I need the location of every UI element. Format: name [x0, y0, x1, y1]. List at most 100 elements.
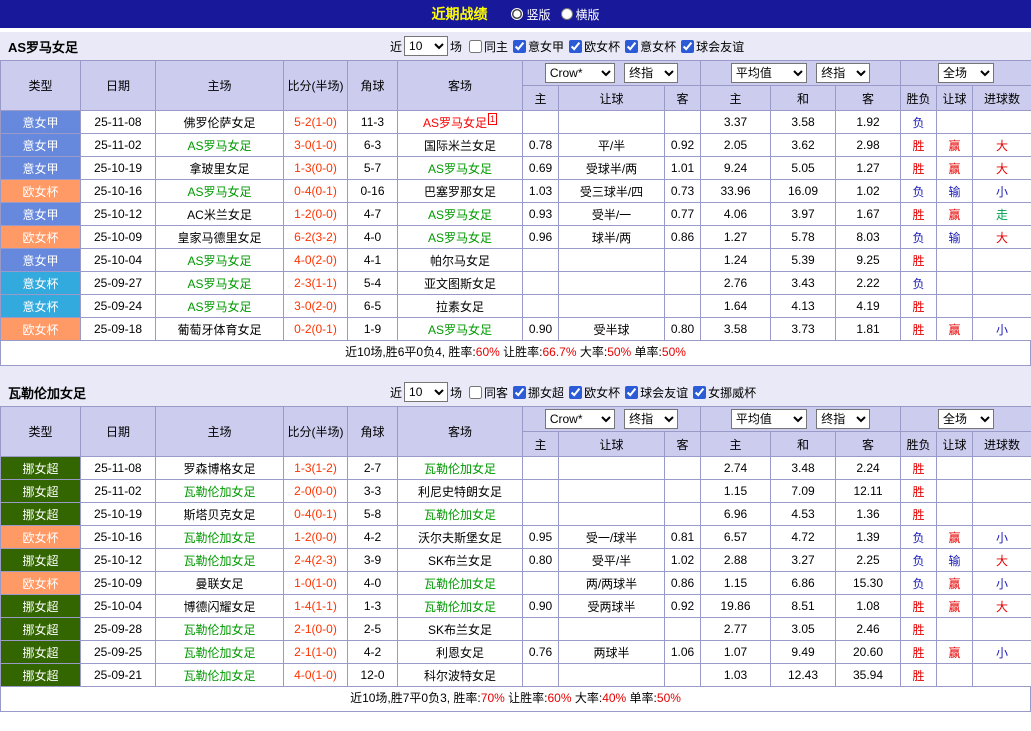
handicap-result-cell: 赢 — [937, 526, 973, 549]
corners-cell: 4-7 — [348, 203, 398, 226]
goals-result-cell: 大 — [973, 226, 1031, 249]
same-venue-checkbox[interactable] — [469, 386, 482, 399]
date-cell: 25-10-19 — [81, 503, 156, 526]
col-header-ah-result: 让球 — [937, 86, 973, 111]
euro-draw-odds-cell: 5.05 — [771, 157, 836, 180]
handicap-result-cell: 赢 — [937, 203, 973, 226]
horizontal-radio[interactable] — [561, 8, 573, 20]
summary-row: 近10场,胜7平0负3, 胜率:70% 让胜率:60% 大率:40% 单率:50… — [0, 687, 1031, 712]
away-team-cell: AS罗马女足 — [398, 157, 523, 180]
col-header-ah-result: 让球 — [937, 432, 973, 457]
handicap-line-cell — [559, 503, 665, 526]
date-cell: 25-09-28 — [81, 618, 156, 641]
goals-result-cell — [973, 503, 1031, 526]
euro-home-odds-cell: 2.05 — [701, 134, 771, 157]
league-filter[interactable]: 欧女杯 — [569, 38, 620, 55]
col-header-euro-draw: 和 — [771, 432, 836, 457]
type-cell: 挪女超 — [1, 664, 81, 687]
same-venue-checkbox[interactable] — [469, 40, 482, 53]
euro-avg-select[interactable]: 平均值 — [731, 63, 807, 83]
score-cell: 1-2(0-0) — [284, 203, 348, 226]
type-cell: 欧女杯 — [1, 572, 81, 595]
type-cell: 挪女超 — [1, 480, 81, 503]
away-team-cell: 利尼史特朗女足 — [398, 480, 523, 503]
handicap-line-cell — [559, 457, 665, 480]
col-header-home: 主场 — [156, 407, 284, 457]
league-checkbox[interactable] — [569, 386, 582, 399]
match-row: 挪女超25-09-25瓦勒伦加女足2-1(1-0)4-2利恩女足0.76两球半1… — [1, 641, 1031, 664]
corners-cell: 6-5 — [348, 295, 398, 318]
score-cell: 4-0(1-0) — [284, 664, 348, 687]
league-filter[interactable]: 女挪威杯 — [693, 384, 756, 401]
euro-draw-odds-cell: 3.58 — [771, 111, 836, 134]
euro-draw-odds-cell: 5.78 — [771, 226, 836, 249]
bookmaker-select[interactable]: Crow* — [545, 409, 615, 429]
corners-cell: 12-0 — [348, 664, 398, 687]
scope-select[interactable]: 全场 — [938, 409, 994, 429]
league-filter[interactable]: 挪女超 — [513, 384, 564, 401]
league-label: 欧女杯 — [584, 38, 620, 55]
euro-home-odds-cell: 1.15 — [701, 480, 771, 503]
match-count-select[interactable]: 10 — [404, 36, 448, 56]
home-team-cell: 罗森博格女足 — [156, 457, 284, 480]
col-header-corners: 角球 — [348, 61, 398, 111]
handicap-line-cell — [559, 664, 665, 687]
asian-odds-time-select[interactable]: 终指 — [624, 63, 678, 83]
vertical-radio[interactable] — [511, 8, 523, 20]
handicap-line-cell — [559, 618, 665, 641]
col-header-type: 类型 — [1, 407, 81, 457]
col-header-score: 比分(半场) — [284, 61, 348, 111]
euro-draw-odds-cell: 6.86 — [771, 572, 836, 595]
handicap-result-cell: 输 — [937, 549, 973, 572]
summary-text: 单率: — [631, 345, 662, 359]
match-row: 意女甲25-11-02AS罗马女足3-0(1-0)6-3国际米兰女足0.78平/… — [1, 134, 1031, 157]
league-checkbox[interactable] — [693, 386, 706, 399]
col-header-euro-draw: 和 — [771, 86, 836, 111]
score-cell: 1-4(1-1) — [284, 595, 348, 618]
league-filter[interactable]: 球会友谊 — [625, 384, 688, 401]
goals-result-cell: 大 — [973, 134, 1031, 157]
euro-home-odds-cell: 1.03 — [701, 664, 771, 687]
league-checkbox[interactable] — [513, 386, 526, 399]
league-checkbox[interactable] — [681, 40, 694, 53]
col-header-date: 日期 — [81, 61, 156, 111]
euro-avg-select[interactable]: 平均值 — [731, 409, 807, 429]
handicap-home-odds-cell: 0.76 — [523, 641, 559, 664]
away-team-cell: 瓦勒伦加女足 — [398, 457, 523, 480]
euro-home-odds-cell: 6.57 — [701, 526, 771, 549]
corners-cell: 1-3 — [348, 595, 398, 618]
league-checkbox[interactable] — [513, 40, 526, 53]
euro-home-odds-cell: 2.76 — [701, 272, 771, 295]
asian-odds-time-select[interactable]: 终指 — [624, 409, 678, 429]
league-filter[interactable]: 欧女杯 — [569, 384, 620, 401]
bookmaker-select[interactable]: Crow* — [545, 63, 615, 83]
layout-horizontal-option[interactable]: 横版 — [561, 6, 600, 23]
summary-text: 60% — [476, 345, 500, 359]
same-venue-filter[interactable]: 同主 — [469, 38, 508, 55]
home-team-cell: AS罗马女足 — [156, 134, 284, 157]
league-filter[interactable]: 意女杯 — [625, 38, 676, 55]
handicap-line-cell: 受半/一 — [559, 203, 665, 226]
away-team-cell: 沃尔夫斯堡女足 — [398, 526, 523, 549]
date-cell: 25-10-16 — [81, 526, 156, 549]
scope-header: 全场 — [901, 61, 1031, 86]
layout-vertical-option[interactable]: 竖版 — [511, 6, 550, 23]
handicap-line-cell — [559, 480, 665, 503]
league-filter[interactable]: 意女甲 — [513, 38, 564, 55]
league-filter[interactable]: 球会友谊 — [681, 38, 744, 55]
same-venue-filter[interactable]: 同客 — [469, 384, 508, 401]
type-cell: 欧女杯 — [1, 318, 81, 341]
league-checkbox[interactable] — [625, 40, 638, 53]
euro-home-odds-cell: 1.64 — [701, 295, 771, 318]
match-row: 挪女超25-09-21瓦勒伦加女足4-0(1-0)12-0科尔波特女足1.031… — [1, 664, 1031, 687]
scope-select[interactable]: 全场 — [938, 63, 994, 83]
team-filter-bar: AS罗马女足 近 10 场 同主 意女甲 欧女杯 意女杯 球会友谊 — [0, 32, 1031, 60]
euro-odds-time-select[interactable]: 终指 — [816, 63, 870, 83]
result-cell: 胜 — [901, 203, 937, 226]
league-checkbox[interactable] — [625, 386, 638, 399]
col-header-away: 客场 — [398, 407, 523, 457]
match-count-select[interactable]: 10 — [404, 382, 448, 402]
league-checkbox[interactable] — [569, 40, 582, 53]
away-team-cell: 科尔波特女足 — [398, 664, 523, 687]
euro-odds-time-select[interactable]: 终指 — [816, 409, 870, 429]
